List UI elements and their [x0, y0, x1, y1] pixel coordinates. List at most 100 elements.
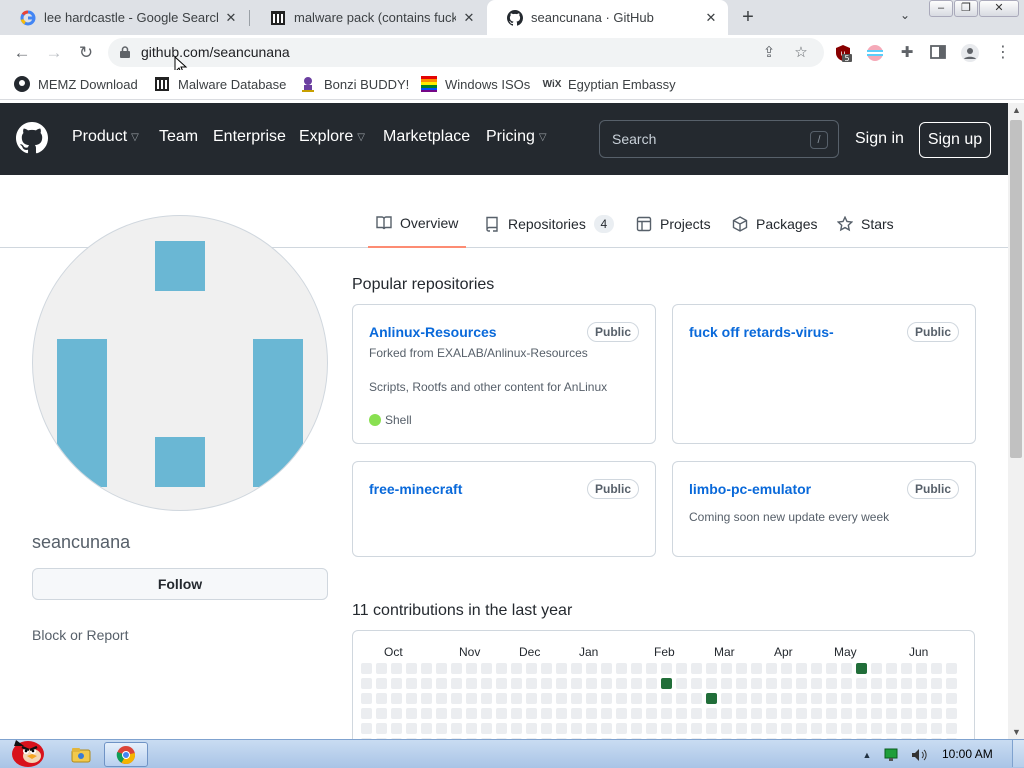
- contribution-cell[interactable]: [676, 693, 687, 704]
- restore-button[interactable]: ❐: [954, 0, 978, 17]
- contribution-cell[interactable]: [826, 663, 837, 674]
- chrome-taskbar-button[interactable]: [104, 742, 148, 767]
- contribution-cell[interactable]: [691, 708, 702, 719]
- contribution-cell[interactable]: [391, 678, 402, 689]
- contribution-cell[interactable]: [826, 723, 837, 734]
- contribution-cell[interactable]: [811, 708, 822, 719]
- contribution-cell[interactable]: [811, 693, 822, 704]
- contribution-cell[interactable]: [436, 693, 447, 704]
- contribution-cell[interactable]: [766, 693, 777, 704]
- forward-arrow-icon[interactable]: →: [43, 42, 65, 64]
- contribution-cell[interactable]: [706, 723, 717, 734]
- contribution-cell[interactable]: [661, 663, 672, 674]
- contribution-cell[interactable]: [406, 693, 417, 704]
- contribution-cell[interactable]: [916, 678, 927, 689]
- contribution-cell[interactable]: [661, 693, 672, 704]
- contribution-cell[interactable]: [931, 708, 942, 719]
- close-window-button[interactable]: ✕: [979, 0, 1019, 17]
- contribution-cell[interactable]: [901, 723, 912, 734]
- contribution-cell[interactable]: [661, 723, 672, 734]
- contribution-cell[interactable]: [391, 708, 402, 719]
- contribution-cell[interactable]: [811, 663, 822, 674]
- contribution-cell[interactable]: [406, 678, 417, 689]
- contribution-cell[interactable]: [451, 693, 462, 704]
- contribution-cell[interactable]: [571, 663, 582, 674]
- tab-stars[interactable]: Stars: [837, 200, 894, 248]
- contribution-cell[interactable]: [601, 708, 612, 719]
- contribution-cell[interactable]: [496, 708, 507, 719]
- contribution-cell[interactable]: [556, 678, 567, 689]
- contribution-cell[interactable]: [631, 693, 642, 704]
- contribution-cell[interactable]: [871, 693, 882, 704]
- contribution-cell[interactable]: [541, 678, 552, 689]
- contribution-cell[interactable]: [616, 663, 627, 674]
- contribution-cell[interactable]: [721, 663, 732, 674]
- contribution-cell[interactable]: [421, 693, 432, 704]
- contribution-cell[interactable]: [481, 723, 492, 734]
- contribution-cell[interactable]: [826, 708, 837, 719]
- contribution-cell[interactable]: [946, 708, 957, 719]
- contribution-cell[interactable]: [571, 723, 582, 734]
- contribution-cell[interactable]: [781, 678, 792, 689]
- new-tab-button[interactable]: +: [737, 6, 759, 28]
- contribution-cell[interactable]: [676, 723, 687, 734]
- nav-explore[interactable]: Explore ▽: [299, 128, 365, 146]
- contribution-cell[interactable]: [361, 708, 372, 719]
- contribution-cell[interactable]: [406, 723, 417, 734]
- contribution-cell[interactable]: [376, 708, 387, 719]
- chevron-down-icon[interactable]: ⌄: [896, 8, 914, 26]
- contribution-cell[interactable]: [826, 678, 837, 689]
- contribution-cell[interactable]: [796, 678, 807, 689]
- contribution-cell[interactable]: [421, 678, 432, 689]
- contribution-cell[interactable]: [481, 693, 492, 704]
- contribution-cell[interactable]: [931, 723, 942, 734]
- profile-avatar-icon[interactable]: [961, 44, 979, 62]
- contribution-cell[interactable]: [916, 693, 927, 704]
- contribution-cell[interactable]: [646, 678, 657, 689]
- tab-github-profile[interactable]: seancunana · GitHub ✕: [487, 0, 728, 35]
- contribution-cell[interactable]: [946, 678, 957, 689]
- contribution-cell[interactable]: [796, 693, 807, 704]
- volume-icon[interactable]: [908, 742, 930, 767]
- contribution-cell[interactable]: [856, 723, 867, 734]
- tab-projects[interactable]: Projects: [636, 200, 711, 248]
- contribution-cell[interactable]: [646, 693, 657, 704]
- contribution-cell[interactable]: [541, 693, 552, 704]
- tab-malware-pack[interactable]: malware pack (contains fuck o ✕: [250, 0, 486, 35]
- contribution-cell[interactable]: [376, 663, 387, 674]
- contribution-cell[interactable]: [766, 663, 777, 674]
- contribution-cell[interactable]: [601, 663, 612, 674]
- contribution-cell[interactable]: [496, 693, 507, 704]
- contribution-cell[interactable]: [466, 693, 477, 704]
- close-icon[interactable]: ✕: [462, 10, 476, 25]
- contribution-cell[interactable]: [871, 723, 882, 734]
- contribution-cell[interactable]: [901, 678, 912, 689]
- contribution-cell[interactable]: [526, 663, 537, 674]
- contribution-cell[interactable]: [526, 678, 537, 689]
- repo-link[interactable]: fuck off retards-virus-: [689, 324, 834, 340]
- contribution-cell[interactable]: [556, 708, 567, 719]
- contribution-cell[interactable]: [436, 723, 447, 734]
- contribution-cell[interactable]: [586, 693, 597, 704]
- contribution-cell[interactable]: [841, 678, 852, 689]
- contribution-cell[interactable]: [511, 723, 522, 734]
- contribution-cell[interactable]: [676, 708, 687, 719]
- contribution-cell[interactable]: [436, 708, 447, 719]
- contribution-cell[interactable]: [511, 693, 522, 704]
- contribution-cell[interactable]: [586, 663, 597, 674]
- contribution-cell[interactable]: [721, 723, 732, 734]
- contribution-cell[interactable]: [391, 693, 402, 704]
- contribution-cell[interactable]: [706, 663, 717, 674]
- page-scrollbar[interactable]: ▲ ▼: [1008, 103, 1024, 739]
- github-logo-icon[interactable]: [16, 122, 48, 154]
- contribution-cell[interactable]: [451, 663, 462, 674]
- contribution-cell[interactable]: [541, 723, 552, 734]
- contribution-cell[interactable]: [736, 723, 747, 734]
- contribution-cell[interactable]: [616, 708, 627, 719]
- contribution-cell[interactable]: [796, 708, 807, 719]
- contribution-cell[interactable]: [526, 708, 537, 719]
- contribution-cell[interactable]: [541, 663, 552, 674]
- contribution-cell[interactable]: [691, 723, 702, 734]
- network-icon[interactable]: [882, 742, 900, 767]
- contribution-cell[interactable]: [931, 693, 942, 704]
